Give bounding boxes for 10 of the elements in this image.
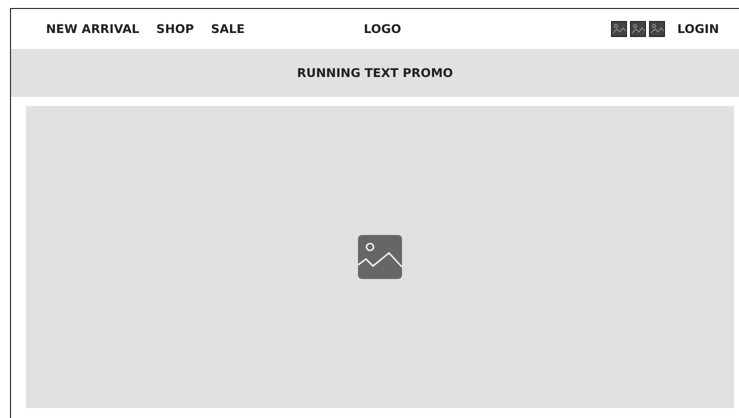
image-placeholder-icon <box>358 235 402 279</box>
promo-text: RUNNING TEXT PROMO <box>297 66 453 80</box>
logo[interactable]: LOGO <box>364 22 402 36</box>
nav-link[interactable]: NEW ARRIVAL <box>46 22 140 36</box>
nav-link[interactable]: SHOP <box>156 22 194 36</box>
image-icon[interactable] <box>611 21 628 37</box>
login-link[interactable]: LOGIN <box>677 22 719 36</box>
image-icon[interactable] <box>649 21 666 37</box>
nav-link[interactable]: SALE <box>210 22 245 36</box>
image-icon[interactable] <box>630 21 646 37</box>
